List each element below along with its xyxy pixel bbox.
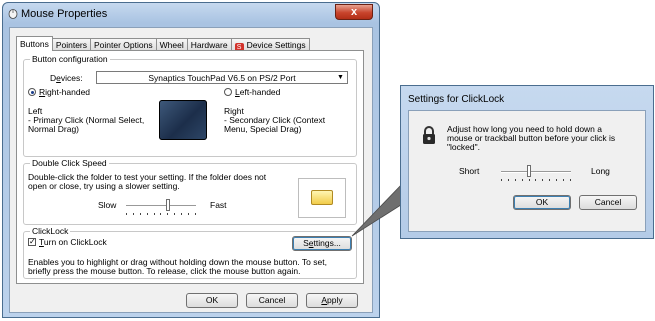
device-select-value: Synaptics TouchPad V6.5 on PS/2 Port bbox=[148, 73, 296, 83]
right-handed-label[interactable]: Right-handed bbox=[39, 87, 90, 97]
button-configuration-group: Button configuration Devices: Synaptics … bbox=[23, 54, 357, 157]
devices-label: Devices: bbox=[50, 73, 83, 83]
double-click-desc-2: open or close, try using a slower settin… bbox=[28, 181, 180, 191]
close-button[interactable]: x bbox=[335, 4, 373, 20]
touchpad-image bbox=[159, 100, 207, 140]
cancel-button[interactable]: Cancel bbox=[246, 293, 298, 308]
clicklock-settings-dialog: Settings for ClickLock Adjust how long y… bbox=[400, 85, 654, 239]
double-click-speed-track bbox=[126, 205, 196, 207]
apply-button[interactable]: Apply bbox=[306, 293, 358, 308]
long-label: Long bbox=[591, 166, 610, 176]
window-title: Mouse Properties bbox=[21, 8, 108, 20]
buttons-tab-page: Button configuration Devices: Synaptics … bbox=[16, 50, 364, 284]
tab-device-settings-label[interactable]: Device Settings bbox=[247, 40, 306, 50]
left-handed-label[interactable]: Left-handed bbox=[235, 87, 280, 97]
ok-button[interactable]: OK bbox=[186, 293, 238, 308]
right-handed-radio[interactable] bbox=[28, 88, 36, 96]
mouse-app-icon bbox=[8, 9, 18, 19]
clicklock-desc-2: briefly press the mouse button. To relea… bbox=[28, 266, 301, 276]
left-handed-radio[interactable] bbox=[224, 88, 232, 96]
device-select[interactable]: Synaptics TouchPad V6.5 on PS/2 Port ▼ bbox=[96, 71, 348, 84]
clicklock-time-slider[interactable] bbox=[527, 165, 531, 177]
test-folder-area[interactable] bbox=[298, 178, 346, 218]
tab-strip: Buttons Pointers Pointer Options Wheel H… bbox=[16, 36, 310, 52]
double-click-speed-group: Double Click Speed Double-click the fold… bbox=[23, 158, 357, 225]
clicklock-time-track bbox=[501, 171, 571, 173]
double-click-speed-slider[interactable] bbox=[166, 199, 170, 211]
right-button-desc-2: Menu, Special Drag) bbox=[224, 124, 302, 134]
clicklock-dialog-client: Adjust how long you need to hold down a … bbox=[408, 110, 646, 232]
folder-icon[interactable] bbox=[311, 190, 333, 205]
chevron-down-icon[interactable]: ▼ bbox=[334, 72, 347, 84]
clicklock-dialog-title: Settings for ClickLock bbox=[408, 94, 505, 105]
clicklock-ok-button[interactable]: OK bbox=[513, 195, 571, 210]
double-click-speed-ticks bbox=[126, 213, 196, 216]
short-label: Short bbox=[459, 166, 480, 176]
lock-icon bbox=[423, 126, 435, 144]
slow-label: Slow bbox=[98, 200, 117, 210]
clicklock-title: ClickLock bbox=[30, 226, 71, 236]
clicklock-cancel-button[interactable]: Cancel bbox=[579, 195, 637, 210]
fast-label: Fast bbox=[210, 200, 227, 210]
window-client: Buttons Pointers Pointer Options Wheel H… bbox=[9, 27, 373, 313]
clicklock-settings-button[interactable]: Settings... bbox=[292, 236, 352, 251]
mouse-properties-window: Mouse Properties x Buttons Pointers Poin… bbox=[2, 2, 380, 318]
clicklock-checkbox[interactable]: ✓ bbox=[28, 238, 36, 246]
tab-buttons[interactable]: Buttons bbox=[16, 36, 53, 51]
close-icon[interactable]: x bbox=[351, 6, 357, 18]
clicklock-dialog-desc-3: "locked". bbox=[447, 142, 480, 152]
button-configuration-title: Button configuration bbox=[30, 54, 110, 64]
clicklock-group: ClickLock ✓ Turn on ClickLock Settings..… bbox=[23, 226, 357, 279]
clicklock-checkbox-label[interactable]: Turn on ClickLock bbox=[39, 237, 107, 247]
double-click-speed-title: Double Click Speed bbox=[30, 158, 109, 168]
clicklock-time-ticks bbox=[501, 179, 571, 182]
left-button-desc-2: Normal Drag) bbox=[28, 124, 80, 134]
